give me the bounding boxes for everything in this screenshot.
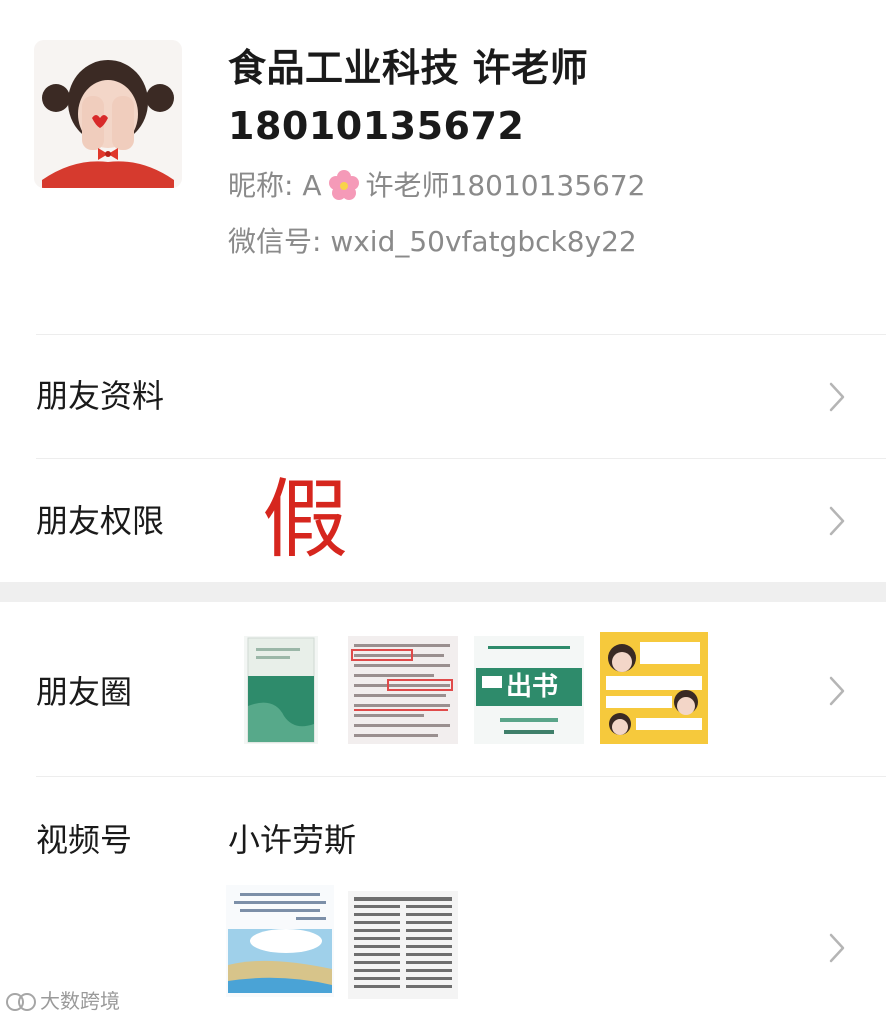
divider — [36, 334, 886, 335]
friend-permissions-label: 朋友权限 — [36, 502, 165, 540]
moments-thumb-book[interactable] — [244, 636, 318, 744]
avatar[interactable] — [34, 40, 182, 188]
channels-row[interactable]: 视频号 — [0, 777, 886, 1020]
profile-phone: 18010135672 — [228, 104, 525, 148]
watermark-text: 大数跨境 — [40, 989, 120, 1013]
chevron-right-icon — [826, 931, 848, 965]
moments-thumb-document[interactable] — [348, 636, 458, 744]
watermark-logo-icon — [6, 991, 36, 1013]
profile-header: 食品工业科技 许老师 18010135672 昵称: A 许老师18010135… — [0, 0, 886, 330]
moments-label: 朋友圈 — [36, 673, 133, 711]
moments-thumb-comic[interactable] — [600, 632, 708, 744]
channels-thumb-document[interactable] — [348, 891, 458, 999]
moments-thumb-poster[interactable]: 出书 — [474, 636, 584, 744]
channels-label: 视频号 — [36, 821, 133, 859]
channel-name: 小许劳斯 — [228, 821, 357, 859]
profile-name: 食品工业科技 许老师 — [228, 46, 589, 90]
chevron-right-icon — [826, 504, 848, 538]
chevron-right-icon — [826, 380, 848, 414]
cherry-blossom-icon — [328, 169, 360, 201]
chushu-badge: 出书 — [506, 672, 559, 702]
friend-info-label: 朋友资料 — [36, 377, 165, 415]
section-gap — [0, 582, 886, 602]
friend-info-row[interactable]: 朋友资料 — [0, 336, 886, 458]
nickname-value: 许老师18010135672 — [365, 169, 646, 202]
friend-permissions-row[interactable]: 朋友权限 — [0, 459, 886, 582]
chevron-right-icon — [826, 674, 848, 708]
fake-stamp: 假 — [262, 470, 348, 570]
moments-row[interactable]: 朋友圈 出书 — [0, 602, 886, 776]
wechat-id: 微信号: wxid_50vfatgbck8y22 — [228, 225, 637, 258]
nickname-line: 昵称: A 许老师18010135672 — [228, 166, 645, 206]
channels-thumb-cover[interactable] — [226, 885, 334, 997]
nickname-label: 昵称: A — [228, 169, 322, 202]
watermark: 大数跨境 — [6, 988, 120, 1014]
